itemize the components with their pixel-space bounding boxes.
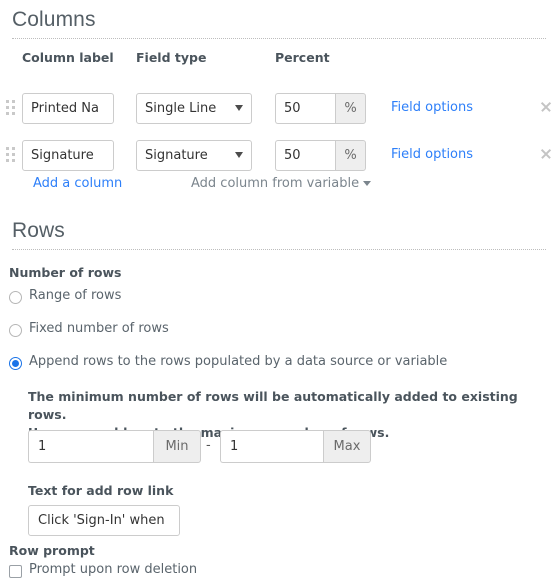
- drag-handle-icon[interactable]: [6, 147, 17, 164]
- max-rows-input[interactable]: [220, 430, 323, 463]
- table-row: Signature % Field options: [0, 139, 560, 173]
- add-column-from-variable-dropdown[interactable]: Add column from variable: [191, 176, 372, 191]
- radio-option-range-of-rows[interactable]: Range of rows: [0, 288, 560, 308]
- add-column-from-variable-label: Add column from variable: [191, 176, 360, 191]
- header-percent: Percent: [275, 50, 330, 65]
- checkbox-icon[interactable]: [9, 565, 22, 578]
- field-options-link[interactable]: Field options: [391, 100, 473, 115]
- add-a-column-link[interactable]: Add a column: [33, 176, 122, 191]
- radio-label: Append rows to the rows populated by a d…: [29, 354, 448, 369]
- percent-input-group: %: [275, 140, 366, 171]
- percent-input[interactable]: [275, 140, 335, 171]
- add-row-link-text-input[interactable]: [28, 505, 180, 536]
- rows-divider: [12, 249, 546, 250]
- header-field-type: Field type: [136, 50, 207, 65]
- checkbox-label: Prompt upon row deletion: [29, 562, 198, 577]
- max-addon-label: Max: [323, 430, 371, 463]
- radio-label: Range of rows: [29, 288, 122, 303]
- columns-heading: Columns: [12, 8, 96, 31]
- percent-input[interactable]: [275, 93, 335, 124]
- field-type-select-wrapper: Single Line: [136, 93, 252, 124]
- rows-heading: Rows: [12, 219, 65, 242]
- drag-handle-icon[interactable]: [6, 100, 17, 117]
- caret-down-icon: [363, 181, 372, 186]
- field-type-select-wrapper: Signature: [136, 140, 252, 171]
- field-type-select[interactable]: Single Line: [136, 93, 252, 124]
- header-column-label: Column label: [22, 50, 114, 65]
- close-icon[interactable]: [539, 100, 553, 114]
- radio-label: Fixed number of rows: [29, 321, 169, 336]
- checkbox-option-prompt-on-delete[interactable]: Prompt upon row deletion: [0, 562, 560, 582]
- columns-table-headers: Column label Field type Percent: [0, 50, 560, 74]
- description-line-1: The minimum number of rows will be autom…: [28, 389, 518, 422]
- row-prompt-label: Row prompt: [9, 543, 95, 558]
- radio-icon[interactable]: [9, 291, 22, 304]
- min-input-group: Min: [28, 430, 201, 463]
- table-field-settings-panel: Columns Column label Field type Percent …: [0, 0, 560, 585]
- columns-section-header: Columns: [0, 8, 560, 39]
- max-input-group: Max: [220, 430, 371, 463]
- add-row-link-label: Text for add row link: [28, 483, 174, 498]
- column-label-input[interactable]: [22, 140, 114, 171]
- percent-unit-addon: %: [335, 93, 366, 124]
- min-addon-label: Min: [153, 430, 201, 463]
- field-options-link[interactable]: Field options: [391, 147, 473, 162]
- radio-option-fixed-number-of-rows[interactable]: Fixed number of rows: [0, 321, 560, 341]
- min-max-separator: -: [206, 438, 211, 453]
- close-icon[interactable]: [539, 147, 553, 161]
- radio-option-append-rows[interactable]: Append rows to the rows populated by a d…: [0, 354, 560, 374]
- min-rows-input[interactable]: [28, 430, 153, 463]
- percent-unit-addon: %: [335, 140, 366, 171]
- radio-icon-selected[interactable]: [9, 357, 22, 370]
- table-row: Single Line % Field options: [0, 92, 560, 126]
- number-of-rows-label: Number of rows: [9, 265, 122, 280]
- columns-divider: [12, 38, 546, 39]
- percent-input-group: %: [275, 93, 366, 124]
- rows-section-header: Rows: [0, 219, 560, 250]
- field-type-select[interactable]: Signature: [136, 140, 252, 171]
- column-label-input[interactable]: [22, 93, 114, 124]
- radio-icon[interactable]: [9, 324, 22, 337]
- column-actions: Add a column Add column from variable: [0, 176, 560, 196]
